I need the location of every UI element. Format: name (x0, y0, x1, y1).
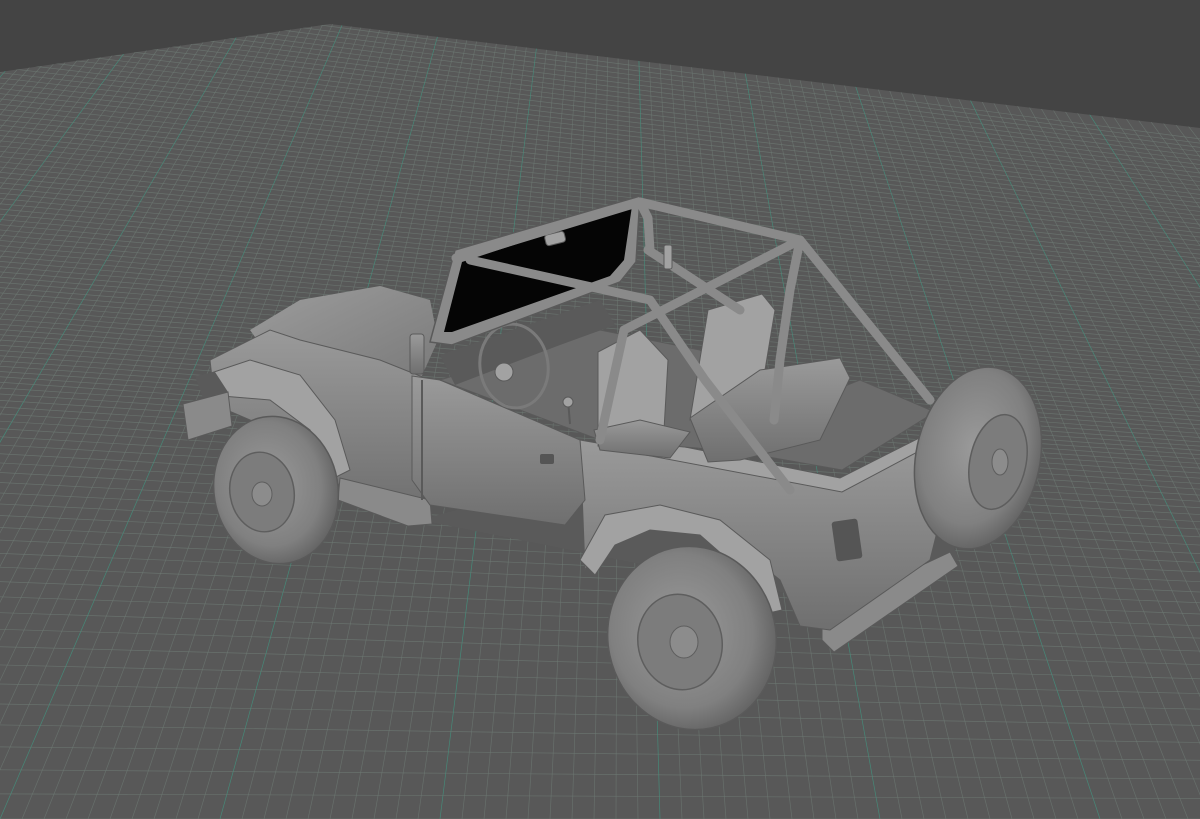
gear-knob (562, 396, 574, 408)
side-mirror[interactable] (409, 333, 425, 375)
roll-bar-post (663, 244, 673, 270)
viewport-3d[interactable]: .body { fill: #8a8a8a; stroke: #5a5a5a; … (0, 0, 1200, 819)
steering-hub (494, 362, 514, 382)
door-handle (540, 454, 554, 464)
viewport-canvas[interactable]: .body { fill: #8a8a8a; stroke: #5a5a5a; … (0, 0, 1200, 819)
tail-light (831, 518, 863, 562)
